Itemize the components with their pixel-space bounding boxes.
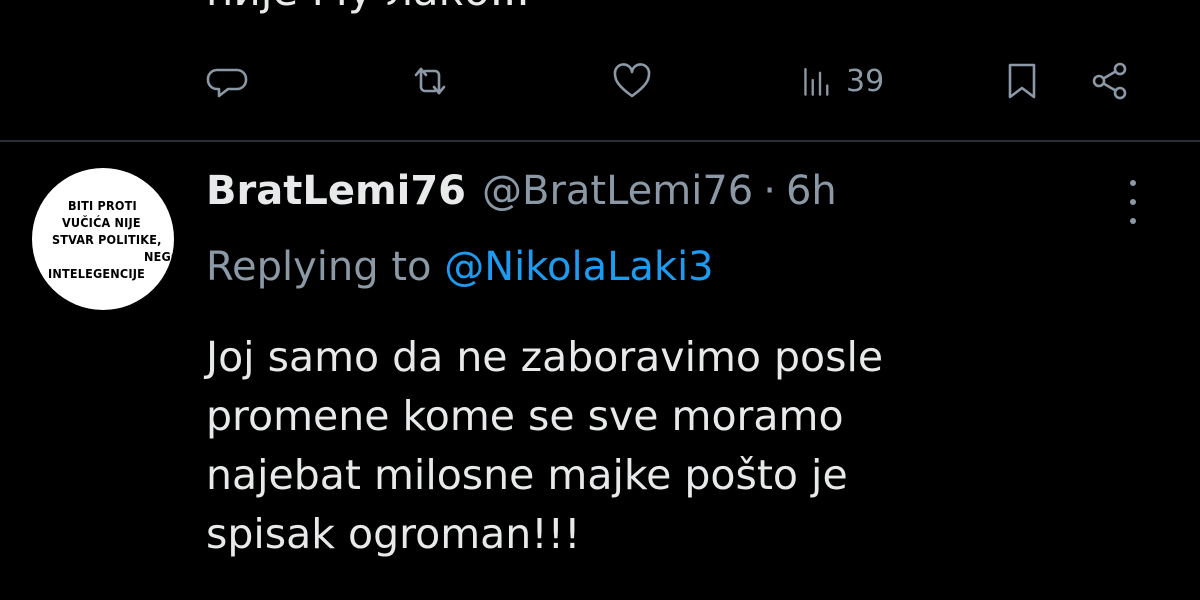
avatar-text-line: NEGO — [144, 248, 174, 264]
reply-mention-link[interactable]: @NikolaLaki3 — [444, 244, 713, 290]
share-icon — [1092, 62, 1127, 100]
avatar[interactable]: BITI PROTI VUČIĆA NIJE STVAR POLITIKE, N… — [32, 168, 174, 310]
display-name[interactable]: BratLemi76 — [206, 168, 466, 214]
avatar-text-line: VUČIĆA NIJE — [62, 214, 141, 230]
header-separator: · — [763, 168, 776, 214]
tweet-divider — [0, 140, 1200, 142]
reply-icon — [206, 68, 248, 98]
tweet-body-line: najebat milosne majke pošto je — [206, 451, 848, 499]
previous-tweet-text: није Му лако... — [206, 0, 530, 15]
tweet-body: Joj samo da ne zaboravimo posle promene … — [206, 328, 1166, 564]
views-button[interactable]: 39 — [800, 58, 884, 104]
retweet-icon — [414, 67, 446, 95]
like-icon — [613, 63, 651, 98]
avatar-text-line: BITI PROTI — [68, 197, 137, 213]
tweet-timestamp[interactable]: 6h — [786, 168, 837, 214]
like-button[interactable] — [610, 58, 654, 104]
tweet-body-line: promene kome se sve moramo — [206, 392, 844, 440]
more-options-button[interactable] — [1118, 180, 1148, 224]
share-button[interactable] — [1088, 58, 1132, 104]
more-dot-icon — [1130, 180, 1136, 186]
avatar-text-line: INTELEGENCIJE — [48, 265, 146, 281]
user-handle[interactable]: @BratLemi76 — [482, 168, 753, 214]
views-count: 39 — [846, 63, 885, 99]
more-dot-icon — [1130, 199, 1136, 205]
views-icon — [804, 68, 829, 96]
replying-to: Replying to @NikolaLaki3 — [206, 244, 714, 290]
bookmark-button[interactable] — [1000, 58, 1044, 104]
tweet-body-line: Joj samo da ne zaboravimo posle — [206, 333, 884, 381]
bookmark-icon — [1008, 63, 1036, 99]
more-dot-icon — [1130, 218, 1136, 224]
replying-prefix: Replying to — [206, 244, 432, 290]
avatar-text-line: STVAR POLITIKE, — [52, 231, 162, 247]
retweet-button[interactable] — [408, 58, 452, 104]
reply-button[interactable] — [206, 58, 250, 104]
tweet-header: BratLemi76 @BratLemi76 · 6h — [206, 168, 837, 228]
tweet-body-line: spisak ogroman!!! — [206, 510, 581, 558]
